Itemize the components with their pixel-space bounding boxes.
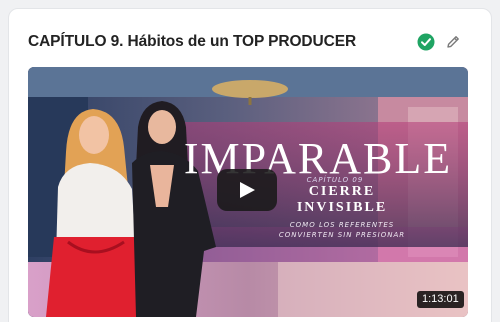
check-circle-icon xyxy=(417,33,435,51)
lesson-title: CAPÍTULO 9. Hábitos de un TOP PRODUCER xyxy=(28,33,357,50)
pencil-icon[interactable] xyxy=(445,34,461,50)
play-icon xyxy=(240,182,255,198)
video-player[interactable]: IMPARABLE CAPÍTULO 09 CIERRE INVISIBLE C… xyxy=(28,67,468,317)
video-tagline-line2: CONVIERTEN SIN PRESIONAR xyxy=(278,231,406,239)
video-subtitle-line1: CIERRE xyxy=(308,184,376,199)
lesson-card: CAPÍTULO 9. Hábitos de un TOP PRODUCER I… xyxy=(8,8,492,322)
video-subtitle-line2: INVISIBLE xyxy=(296,200,388,215)
video-tagline-line1: COMO LOS REFERENTES xyxy=(289,221,395,229)
video-chapter-label: CAPÍTULO 09 xyxy=(306,176,364,184)
play-button[interactable] xyxy=(217,169,277,211)
video-duration: 1:13:01 xyxy=(417,291,464,308)
